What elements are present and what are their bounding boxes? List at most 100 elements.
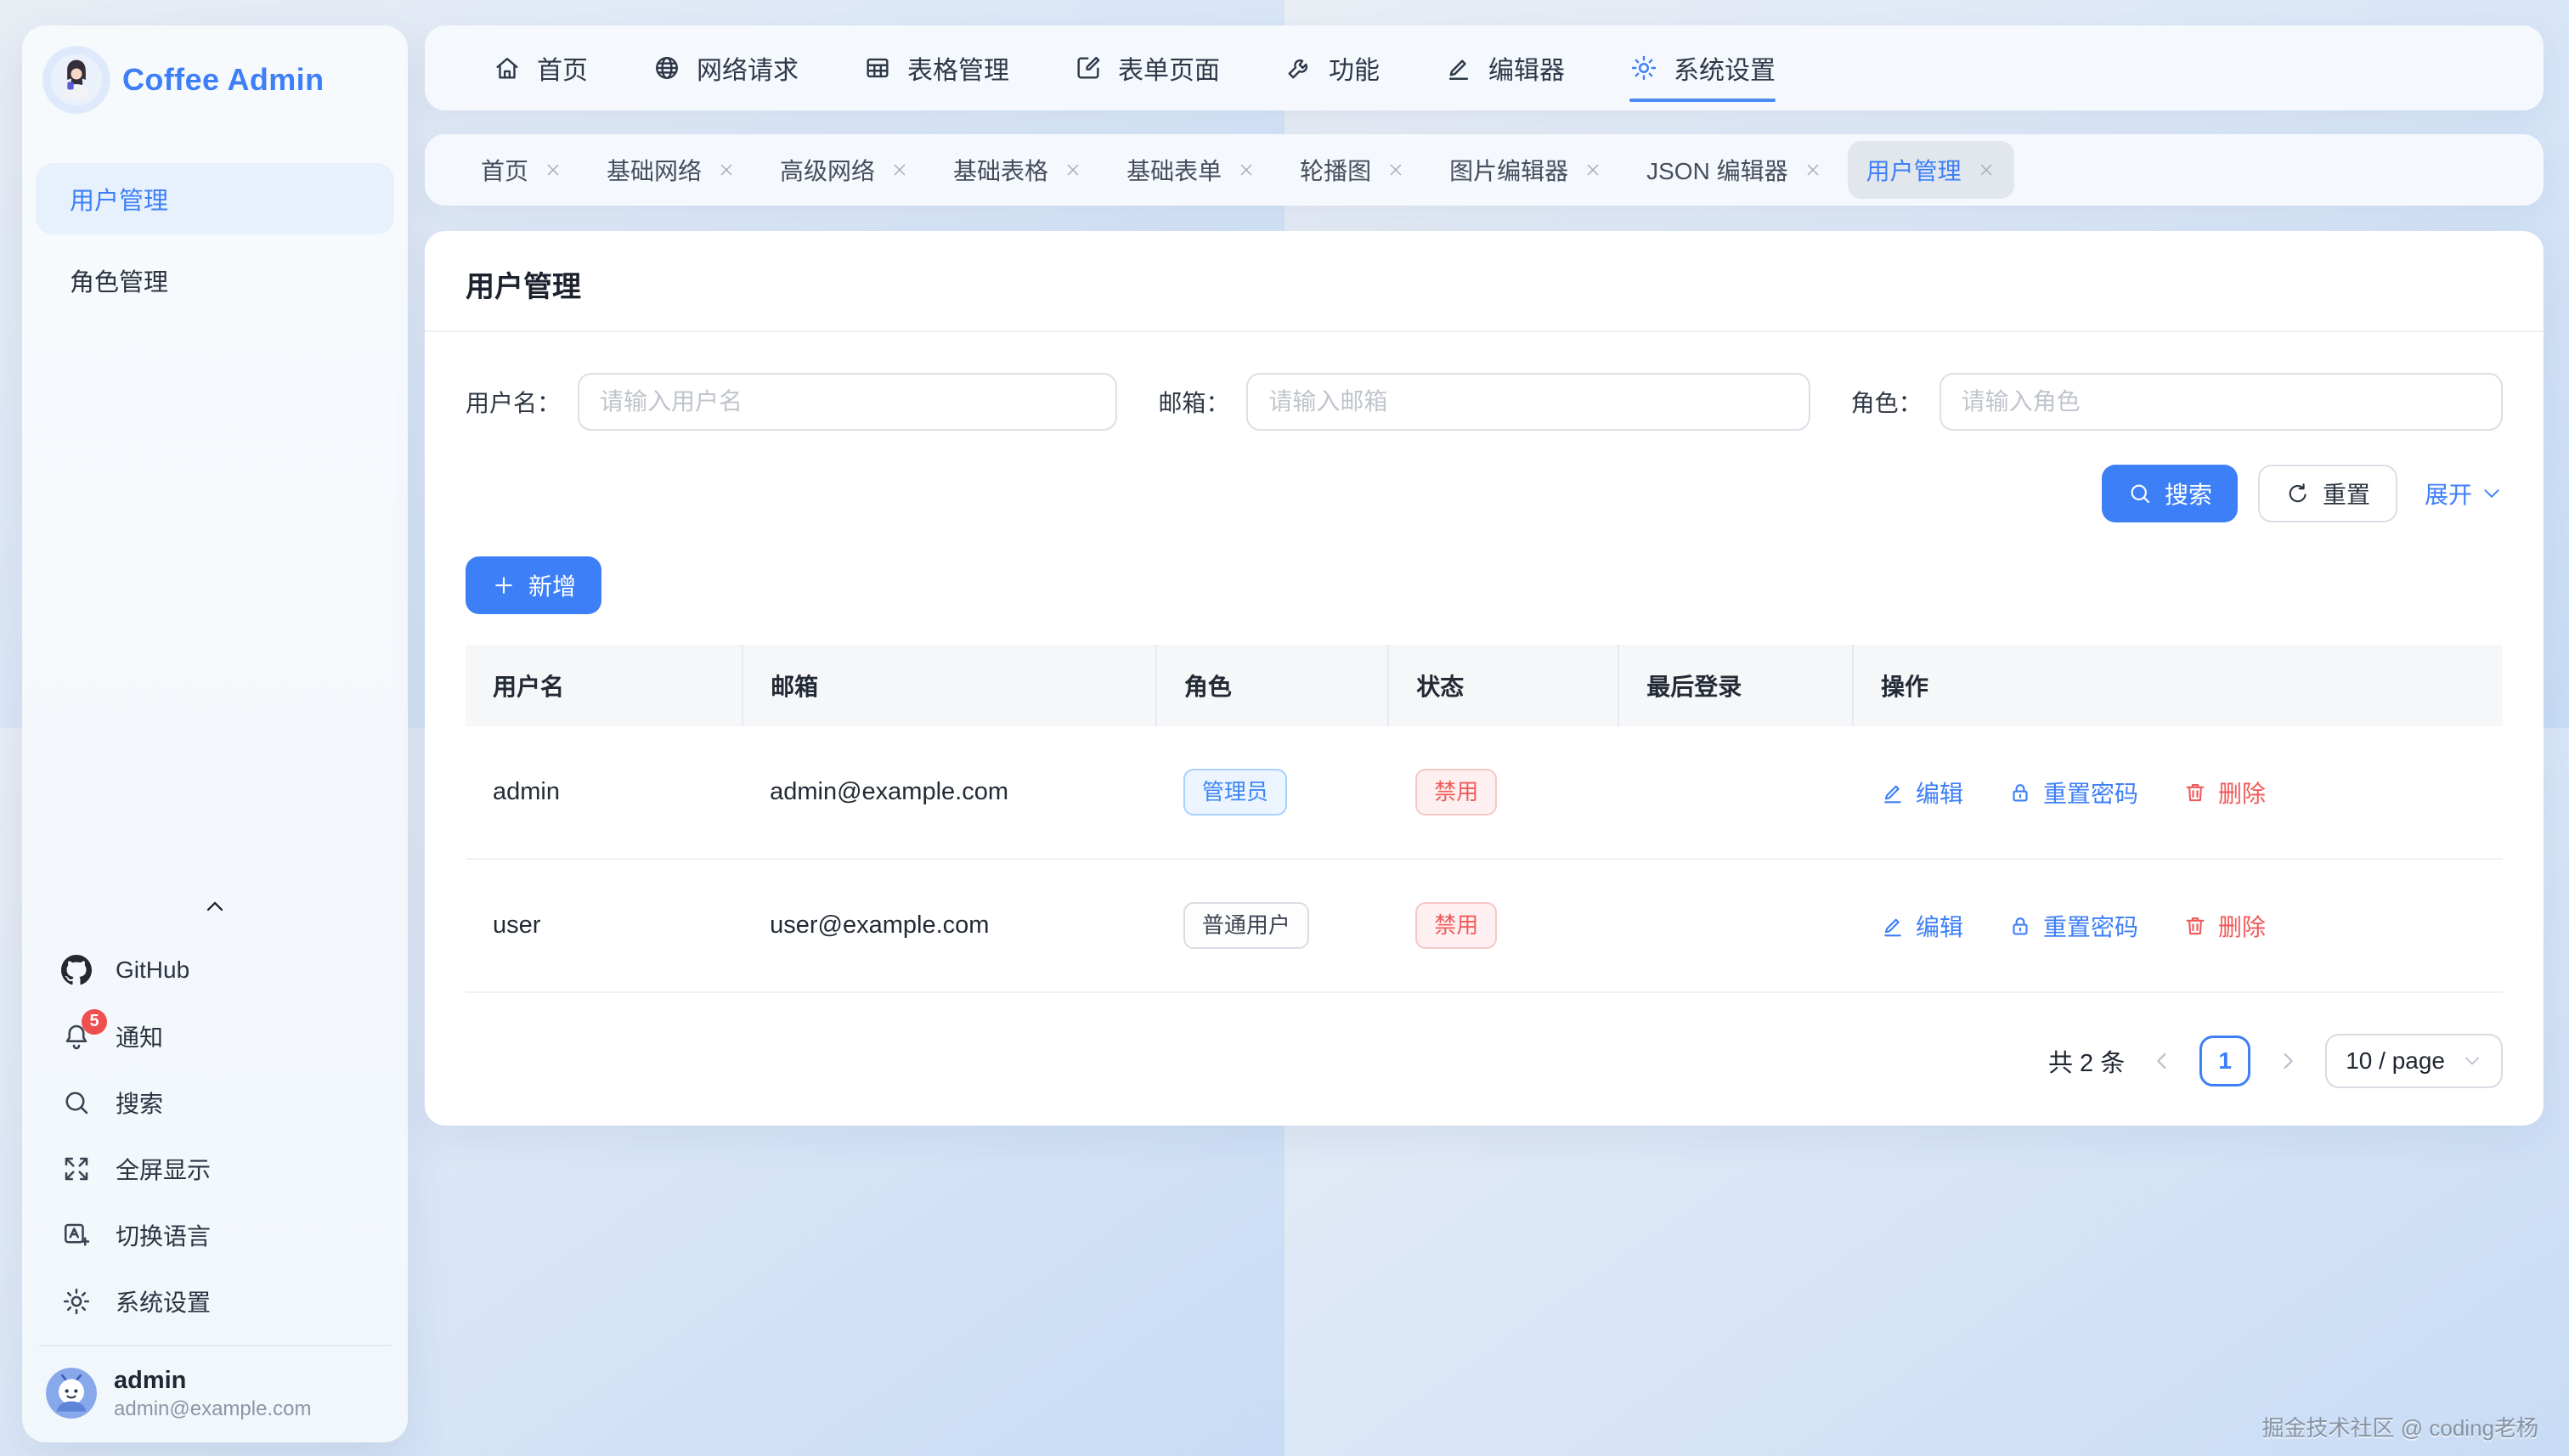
sidebar-collapse-button[interactable]	[22, 883, 408, 937]
nav-item-system-settings[interactable]: 系统设置	[1629, 25, 1776, 110]
cell-username: admin	[466, 726, 742, 859]
close-icon[interactable]	[890, 161, 909, 179]
sidebar-user-profile[interactable]: admin admin@example.com	[39, 1345, 391, 1425]
edit-icon	[1880, 913, 1906, 939]
sidebar-item-label: 用户管理	[70, 181, 168, 217]
column-header-actions: 操作	[1853, 645, 2503, 726]
search-icon	[61, 1087, 92, 1118]
tab-user-management[interactable]: 用户管理	[1848, 141, 2014, 199]
lock-icon	[2007, 780, 2033, 805]
page-number-button[interactable]: 1	[2199, 1036, 2250, 1086]
tab-strip: 首页 基础网络 高级网络 基础表格 基础表单 轮播图 图片编辑器 JSON 编	[425, 134, 2544, 206]
nav-item-forms[interactable]: 表单页面	[1074, 25, 1220, 110]
username-input[interactable]	[578, 373, 1117, 431]
edit-button[interactable]: 编辑	[1880, 909, 1963, 943]
close-icon[interactable]	[1386, 161, 1405, 179]
user-email: admin@example.com	[114, 1396, 311, 1422]
sidebar-tool-github[interactable]: GitHub	[22, 937, 408, 1003]
users-table: 用户名 邮箱 角色 状态 最后登录 操作 admin admin@example…	[466, 645, 2503, 993]
row-actions: 编辑 重置密码 删除	[1880, 909, 2476, 943]
sidebar-item-role-management[interactable]: 角色管理	[36, 245, 394, 316]
chevron-right-icon[interactable]	[2274, 1047, 2301, 1075]
expand-link[interactable]: 展开	[2425, 477, 2503, 511]
nav-item-tables[interactable]: 表格管理	[863, 25, 1009, 110]
tab-basic-form[interactable]: 基础表单	[1108, 141, 1274, 199]
role-badge: 普通用户	[1183, 902, 1309, 949]
cell-username: user	[466, 859, 742, 992]
gear-icon	[61, 1286, 92, 1317]
tab-json-editor[interactable]: JSON 编辑器	[1628, 141, 1840, 199]
sidebar-tool-fullscreen[interactable]: 全屏显示	[22, 1136, 408, 1202]
edit-label: 编辑	[1916, 776, 1963, 810]
column-header-role: 角色	[1156, 645, 1388, 726]
cell-email: user@example.com	[742, 859, 1156, 992]
page-size-select[interactable]: 10 / page	[2325, 1034, 2503, 1088]
tab-basic-network[interactable]: 基础网络	[588, 141, 754, 199]
add-button-label: 新增	[528, 568, 576, 602]
tab-label: 基础表格	[953, 153, 1048, 187]
gear-icon	[1629, 54, 1658, 82]
tab-carousel[interactable]: 轮播图	[1281, 141, 1424, 199]
edit-button[interactable]: 编辑	[1880, 776, 1963, 810]
delete-button[interactable]: 删除	[2182, 776, 2266, 810]
table-row: user user@example.com 普通用户 禁用 编辑	[466, 859, 2503, 992]
filter-label: 用户名：	[466, 385, 561, 419]
sidebar: Coffee Admin 用户管理 角色管理 GitHub 5 通知	[22, 25, 408, 1442]
sidebar-tool-label: 切换语言	[116, 1218, 211, 1252]
tab-advanced-network[interactable]: 高级网络	[761, 141, 928, 199]
globe-icon	[652, 54, 681, 82]
nav-item-network[interactable]: 网络请求	[652, 25, 799, 110]
reset-button[interactable]: 重置	[2258, 465, 2397, 522]
reset-password-button[interactable]: 重置密码	[2007, 776, 2138, 810]
sidebar-tool-language[interactable]: 切换语言	[22, 1202, 408, 1268]
delete-button[interactable]: 删除	[2182, 909, 2266, 943]
close-icon[interactable]	[544, 161, 562, 179]
reset-password-button[interactable]: 重置密码	[2007, 909, 2138, 943]
app-logo[interactable]: Coffee Admin	[22, 25, 408, 119]
search-button[interactable]: 搜索	[2102, 465, 2238, 522]
pen-icon	[1444, 54, 1473, 82]
content-panel: 用户管理 用户名： 邮箱： 角色： 搜索 重置	[425, 231, 2544, 1126]
edit-label: 编辑	[1916, 909, 1963, 943]
home-icon	[493, 54, 522, 82]
sidebar-item-user-management[interactable]: 用户管理	[36, 163, 394, 234]
reset-button-label: 重置	[2323, 477, 2370, 511]
status-badge: 禁用	[1415, 769, 1497, 815]
close-icon[interactable]	[1977, 161, 1996, 179]
nav-item-label: 网络请求	[697, 49, 799, 87]
tab-label: 基础网络	[607, 153, 702, 187]
sidebar-tool-search[interactable]: 搜索	[22, 1069, 408, 1136]
page-size-value: 10 / page	[2346, 1047, 2445, 1075]
nav-item-home[interactable]: 首页	[493, 25, 588, 110]
nav-item-label: 首页	[537, 49, 588, 87]
tab-image-editor[interactable]: 图片编辑器	[1431, 141, 1621, 199]
close-icon[interactable]	[1237, 161, 1256, 179]
sidebar-tool-settings[interactable]: 系统设置	[22, 1268, 408, 1335]
close-icon[interactable]	[1584, 161, 1602, 179]
close-icon[interactable]	[1804, 161, 1822, 179]
filter-username: 用户名：	[466, 373, 1117, 431]
reset-password-label: 重置密码	[2043, 909, 2138, 943]
status-badge: 禁用	[1415, 902, 1497, 949]
lock-icon	[2007, 913, 2033, 939]
tab-label: 基础表单	[1126, 153, 1222, 187]
sidebar-tool-notifications[interactable]: 5 通知	[22, 1003, 408, 1069]
nav-item-features[interactable]: 功能	[1284, 25, 1380, 110]
chevron-down-icon	[2462, 1051, 2482, 1071]
close-icon[interactable]	[1064, 161, 1082, 179]
tab-basic-table[interactable]: 基础表格	[934, 141, 1101, 199]
role-input[interactable]	[1939, 373, 2503, 431]
chevron-left-icon[interactable]	[2148, 1047, 2176, 1075]
add-button[interactable]: 新增	[466, 556, 601, 614]
tab-home[interactable]: 首页	[462, 141, 581, 199]
wrench-icon	[1284, 54, 1313, 82]
column-header-last-login: 最后登录	[1618, 645, 1853, 726]
nav-item-label: 表格管理	[907, 49, 1009, 87]
filter-actions: 搜索 重置 展开	[425, 437, 2544, 526]
language-icon	[61, 1220, 92, 1250]
sidebar-menu: 用户管理 角色管理	[22, 163, 408, 316]
email-input[interactable]	[1246, 373, 1810, 431]
close-icon[interactable]	[717, 161, 736, 179]
nav-item-editors[interactable]: 编辑器	[1444, 25, 1565, 110]
app-title: Coffee Admin	[122, 62, 324, 98]
